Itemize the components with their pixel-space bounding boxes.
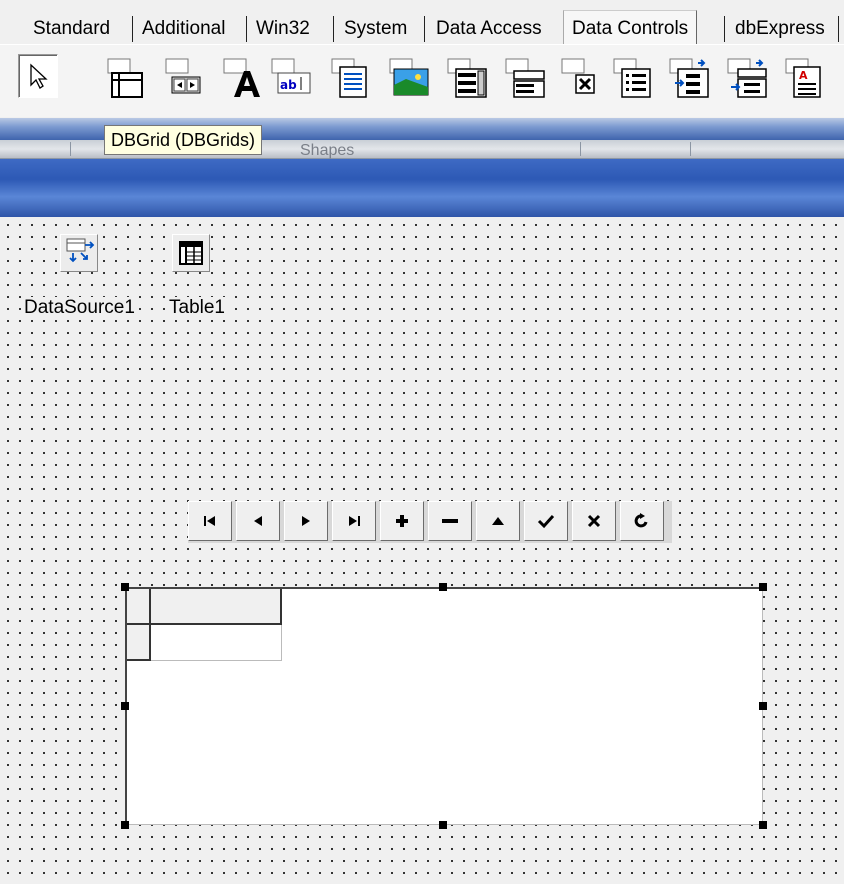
nav-next-button[interactable] bbox=[284, 501, 328, 541]
dbgrid-icon bbox=[107, 58, 143, 98]
resize-handle-top-right[interactable] bbox=[759, 583, 767, 591]
dbmemo-icon bbox=[331, 58, 367, 98]
component-palette-tabs: Standard Additional Win32 System Data Ac… bbox=[0, 0, 844, 47]
dblistbox-icon bbox=[447, 58, 487, 98]
grid-data-cell[interactable] bbox=[151, 625, 282, 661]
tab-additional[interactable]: Additional bbox=[142, 14, 225, 44]
resize-handle-top[interactable] bbox=[439, 583, 447, 591]
dbcombobox-icon bbox=[505, 58, 545, 98]
resize-handle-bottom[interactable] bbox=[439, 821, 447, 829]
nav-delete-button[interactable] bbox=[428, 501, 472, 541]
table-icon bbox=[179, 241, 203, 265]
dblookupcombobox-button[interactable] bbox=[726, 57, 767, 98]
svg-text:ab: ab bbox=[280, 78, 297, 92]
dblookuplistbox-button[interactable] bbox=[668, 57, 709, 98]
grid-indicator-header-cell bbox=[127, 589, 151, 625]
tab-separator bbox=[838, 16, 839, 42]
resize-handle-bottom-right[interactable] bbox=[759, 821, 767, 829]
resize-handle-bottom-left[interactable] bbox=[121, 821, 129, 829]
grid-column-header-cell[interactable] bbox=[151, 589, 282, 625]
table-component[interactable] bbox=[172, 234, 210, 272]
nav-edit-button[interactable] bbox=[476, 501, 520, 541]
dbcheckbox-icon bbox=[561, 58, 595, 94]
refresh-record-icon bbox=[634, 513, 648, 528]
dbedit-icon: ab bbox=[271, 58, 311, 94]
dbrichedit-button[interactable]: A bbox=[784, 57, 821, 98]
tab-separator bbox=[424, 16, 425, 42]
grid-indicator-cell bbox=[127, 625, 151, 661]
nav-refresh-button[interactable] bbox=[620, 501, 664, 541]
dbnavigator[interactable] bbox=[188, 501, 672, 543]
table-label: Table1 bbox=[168, 297, 226, 319]
dbedit-button[interactable]: ab bbox=[270, 57, 311, 94]
post-record-icon bbox=[537, 514, 555, 529]
prior-record-icon bbox=[254, 516, 262, 526]
dbcheckbox-button[interactable] bbox=[560, 57, 596, 94]
resize-handle-left[interactable] bbox=[121, 702, 129, 710]
svg-text:A: A bbox=[799, 69, 808, 82]
delete-record-icon bbox=[442, 519, 458, 523]
tab-data-access[interactable]: Data Access bbox=[436, 14, 542, 44]
dbtext-button[interactable] bbox=[222, 57, 260, 97]
dbmemo-button[interactable] bbox=[330, 57, 367, 98]
next-record-icon bbox=[302, 516, 310, 526]
nav-last-button[interactable] bbox=[332, 501, 376, 541]
nav-post-button[interactable] bbox=[524, 501, 568, 541]
dbradiogroup-button[interactable] bbox=[612, 57, 651, 98]
tab-data-controls[interactable]: Data Controls bbox=[563, 10, 698, 47]
dblookupcombobox-icon bbox=[727, 58, 767, 98]
tooltip: DBGrid (DBGrids) bbox=[104, 125, 263, 155]
band-divider bbox=[70, 142, 71, 156]
dblookuplistbox-icon bbox=[669, 58, 709, 98]
datasource-icon bbox=[66, 238, 95, 263]
insert-record-icon bbox=[396, 515, 408, 527]
cancel-record-icon bbox=[587, 514, 601, 528]
resize-handle-right[interactable] bbox=[759, 702, 767, 710]
tab-separator bbox=[724, 16, 725, 42]
tab-standard[interactable]: Standard bbox=[33, 14, 110, 44]
dbnavigator-button[interactable] bbox=[160, 57, 201, 94]
resize-handle-top-left[interactable] bbox=[121, 583, 129, 591]
dbrichedit-icon: A bbox=[785, 58, 821, 98]
arrow-pointer-icon bbox=[30, 63, 48, 89]
form-title-bar bbox=[0, 159, 844, 217]
dbcombobox-button[interactable] bbox=[504, 57, 545, 98]
first-record-icon bbox=[204, 516, 215, 526]
dbtext-icon bbox=[223, 58, 260, 97]
band-divider bbox=[580, 142, 581, 156]
datasource-label: DataSource1 bbox=[23, 297, 136, 319]
nav-first-button[interactable] bbox=[188, 501, 232, 541]
dblistbox-button[interactable] bbox=[446, 57, 487, 98]
dbgrid-button[interactable] bbox=[102, 57, 143, 98]
dbimage-icon bbox=[389, 58, 429, 96]
band-divider bbox=[690, 142, 691, 156]
dbnavigator-icon bbox=[165, 58, 201, 94]
tab-dbexpress[interactable]: dbExpress bbox=[735, 14, 825, 44]
tab-separator bbox=[333, 16, 334, 42]
tab-win32[interactable]: Win32 bbox=[256, 14, 310, 44]
nav-insert-button[interactable] bbox=[380, 501, 424, 541]
pointer-button[interactable] bbox=[18, 54, 58, 98]
tab-separator bbox=[246, 16, 247, 42]
datasource-component[interactable] bbox=[60, 234, 98, 272]
shapes-label: Shapes bbox=[300, 142, 355, 159]
nav-cancel-button[interactable] bbox=[572, 501, 616, 541]
tab-system[interactable]: System bbox=[344, 14, 407, 44]
tab-separator bbox=[132, 16, 133, 42]
dbimage-button[interactable] bbox=[388, 57, 429, 96]
dbgrid[interactable] bbox=[125, 587, 763, 825]
component-toolbar: ab A bbox=[0, 44, 844, 117]
last-record-icon bbox=[349, 516, 360, 526]
edit-record-icon bbox=[492, 517, 504, 525]
dbradiogroup-icon bbox=[613, 58, 651, 98]
nav-prior-button[interactable] bbox=[236, 501, 280, 541]
